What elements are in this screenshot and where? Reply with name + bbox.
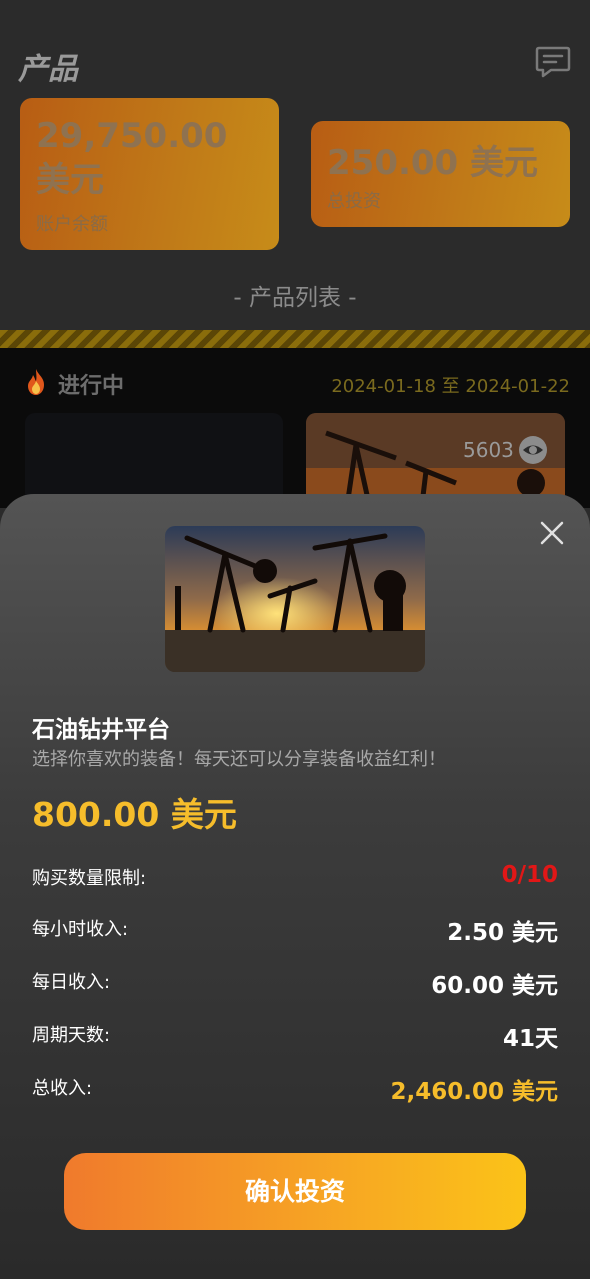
info-label: 每日收入:	[32, 972, 111, 993]
page-title: 产品	[18, 52, 78, 87]
info-label: 周期天数:	[32, 1025, 111, 1046]
info-label: 购买数量限制:	[32, 868, 147, 889]
invest-label: 总投资	[327, 191, 381, 212]
confirm-invest-button[interactable]: 确认投资	[64, 1153, 526, 1230]
product-image	[165, 526, 425, 672]
invest-value: 250.00 美元	[327, 143, 539, 183]
hourly-income-value: 2.50 美元	[447, 920, 558, 946]
chat-icon[interactable]	[533, 42, 573, 82]
purchase-limit-row: 购买数量限制: 0/10	[32, 862, 558, 892]
balance-label: 账户余额	[36, 214, 108, 235]
close-icon[interactable]	[537, 518, 567, 548]
info-label: 每小时收入:	[32, 919, 129, 940]
product-name: 石油钻井平台	[32, 717, 170, 743]
striped-divider	[0, 330, 590, 348]
status-ongoing-label: 进行中	[58, 374, 125, 399]
product-list-title: - 产品列表 -	[233, 285, 357, 311]
date-range: 2024-01-18 至 2024-01-22	[331, 376, 570, 397]
total-income-value: 2,460.00 美元	[390, 1079, 558, 1105]
fire-icon	[28, 369, 44, 395]
total-invest-card: 250.00 美元 总投资	[311, 121, 570, 227]
daily-income-row: 每日收入: 60.00 美元	[32, 966, 558, 999]
product-page: 产品 29,750.00 美元 账户余额 250.00 美元 总投资 - 产品列…	[0, 0, 590, 1279]
hourly-income-row: 每小时收入: 2.50 美元	[32, 913, 558, 946]
daily-income-value: 60.00 美元	[431, 973, 558, 999]
cycle-days-row: 周期天数: 41天	[32, 1019, 558, 1052]
balance-card: 29,750.00 美元 账户余额	[20, 98, 279, 250]
info-label: 总收入:	[32, 1078, 93, 1099]
cycle-days-value: 41天	[502, 1026, 558, 1052]
purchase-limit-value: 0/10	[501, 862, 558, 888]
total-income-row: 总收入: 2,460.00 美元	[32, 1072, 558, 1105]
eye-icon	[519, 436, 547, 464]
product-price: 800.00 美元	[32, 795, 237, 834]
view-count: 5603	[463, 438, 514, 462]
product-description: 选择你喜欢的装备！每天还可以分享装备收益红利！	[32, 749, 446, 770]
balance-value: 29,750.00 美元	[36, 116, 228, 200]
